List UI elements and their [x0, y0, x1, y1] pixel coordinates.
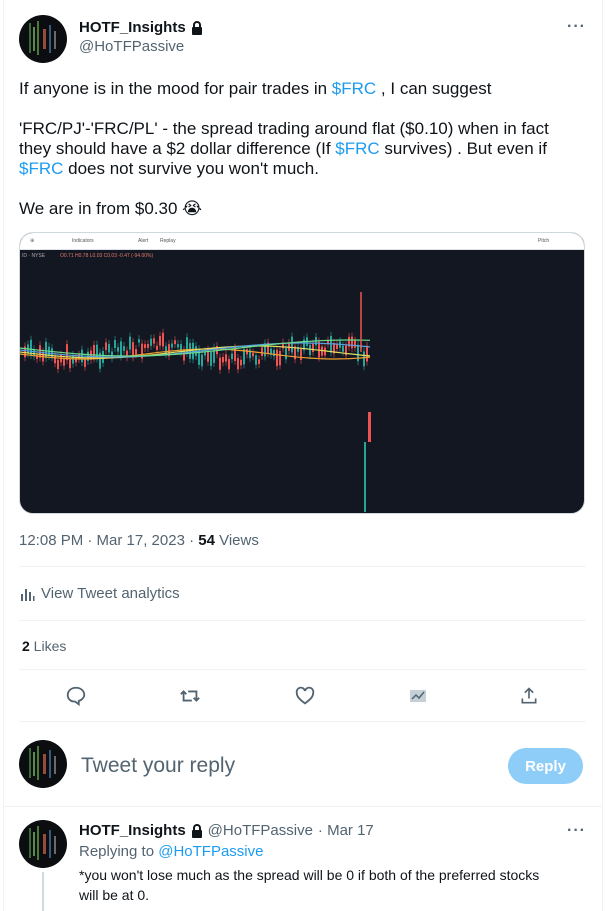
cashtag-link[interactable]: $FRC [19, 159, 63, 178]
text-segment: survives) . But even if [379, 139, 547, 158]
tweet-image-chart[interactable]: ⊕ Indicators Alert Replay Pitch ID · NYS… [19, 232, 585, 514]
candle [364, 442, 366, 512]
avatar-image [29, 746, 56, 780]
reply-button[interactable]: Reply [508, 748, 583, 784]
share-icon[interactable] [517, 684, 541, 708]
text-segment: does not survive you won't much. [63, 159, 319, 178]
tweet-paragraph-3: We are in from $0.30 😭 [19, 199, 579, 219]
author-handle[interactable]: @HoTFPassive [79, 38, 184, 55]
left-border [3, 0, 4, 911]
reply-author-row: HOTF_Insights @HoTFPassive · Mar 17 [79, 822, 374, 839]
likes-label: Likes [29, 638, 67, 654]
tweet-paragraph-2: 'FRC/PJ'-'FRC/PL' - the spread trading a… [19, 119, 579, 179]
text-segment: , I can suggest [376, 79, 492, 98]
toolbar-alert: Alert [138, 238, 149, 244]
author-name-row: HOTF_Insights [79, 19, 203, 36]
crying-emoji: 😭 [182, 199, 203, 218]
chart-symbol: ID · NYSE [22, 253, 46, 259]
more-icon[interactable]: ··· [567, 822, 586, 840]
candle [368, 412, 371, 442]
reply-date[interactable]: · Mar 17 [318, 822, 374, 839]
tweet-timestamp[interactable]: 12:08 PM · Mar 17, 2023 · [19, 532, 198, 549]
likes-count: 2 [22, 638, 30, 654]
reply-icon[interactable] [64, 684, 88, 708]
tweet-meta: 12:08 PM · Mar 17, 2023 · 54 Views [19, 532, 259, 549]
toolbar-indicators: Indicators [72, 238, 94, 244]
divider [19, 620, 586, 621]
tweet-text: If anyone is in the mood for pair trades… [19, 79, 579, 239]
divider [3, 806, 603, 807]
cashtag-link[interactable]: $FRC [332, 79, 376, 98]
reply-author-avatar[interactable] [19, 820, 67, 868]
reply-display-name[interactable]: HOTF_Insights [79, 822, 186, 839]
chart-toolbar: ⊕ Indicators Alert Replay Pitch [20, 233, 584, 250]
replying-prefix: Replying to [79, 843, 159, 860]
author-avatar[interactable] [19, 15, 67, 63]
tweet-paragraph-1: If anyone is in the mood for pair trades… [19, 79, 579, 99]
thread-line [42, 872, 44, 911]
avatar-image [29, 21, 56, 55]
chart-info-bar: ID · NYSE O0.71 H0.78 L0.03 C0.03 -0.47 … [20, 250, 584, 262]
lock-icon [191, 20, 202, 35]
reply-input[interactable]: Tweet your reply [81, 754, 235, 778]
more-icon[interactable]: ··· [567, 18, 586, 36]
tweet-page: HOTF_Insights @HoTFPassive ··· If anyone… [0, 0, 606, 911]
author-display-name[interactable]: HOTF_Insights [79, 19, 186, 36]
views-label: Views [214, 532, 259, 549]
avatar-image [29, 826, 56, 860]
right-border [602, 0, 603, 911]
replying-to: Replying to @HoTFPassive [79, 843, 263, 860]
text-segment: If anyone is in the mood for pair trades… [19, 79, 332, 98]
composer-avatar[interactable] [19, 740, 67, 788]
toolbar-dot: ⊕ [30, 238, 35, 244]
text-segment: We are in from $0.30 [19, 199, 183, 218]
likes-link[interactable]: 2 Likes [22, 638, 66, 654]
retweet-icon[interactable] [178, 684, 202, 708]
replying-handle-link[interactable]: @HoTFPassive [158, 843, 263, 860]
view-analytics-link[interactable]: View Tweet analytics [19, 585, 180, 602]
analytics-bars-icon [21, 588, 35, 601]
divider [19, 669, 586, 670]
analytics-label: View Tweet analytics [41, 585, 180, 602]
like-icon[interactable] [293, 684, 317, 708]
chart-ohlc: O0.71 H0.78 L0.03 C0.03 -0.47 (-94.00%) [60, 253, 154, 259]
cashtag-link[interactable]: $FRC [335, 139, 379, 158]
chart-plot [20, 292, 371, 512]
toolbar-replay: Replay [160, 238, 176, 244]
divider [19, 721, 586, 722]
lock-icon [191, 823, 202, 838]
analytics-icon[interactable] [406, 684, 430, 708]
reply-handle[interactable]: @HoTFPassive [208, 822, 313, 839]
divider [19, 566, 586, 567]
views-count: 54 [198, 532, 215, 549]
reply-text: *you won't lose much as the spread will … [79, 867, 540, 903]
toolbar-pitch: Pitch [538, 238, 550, 244]
